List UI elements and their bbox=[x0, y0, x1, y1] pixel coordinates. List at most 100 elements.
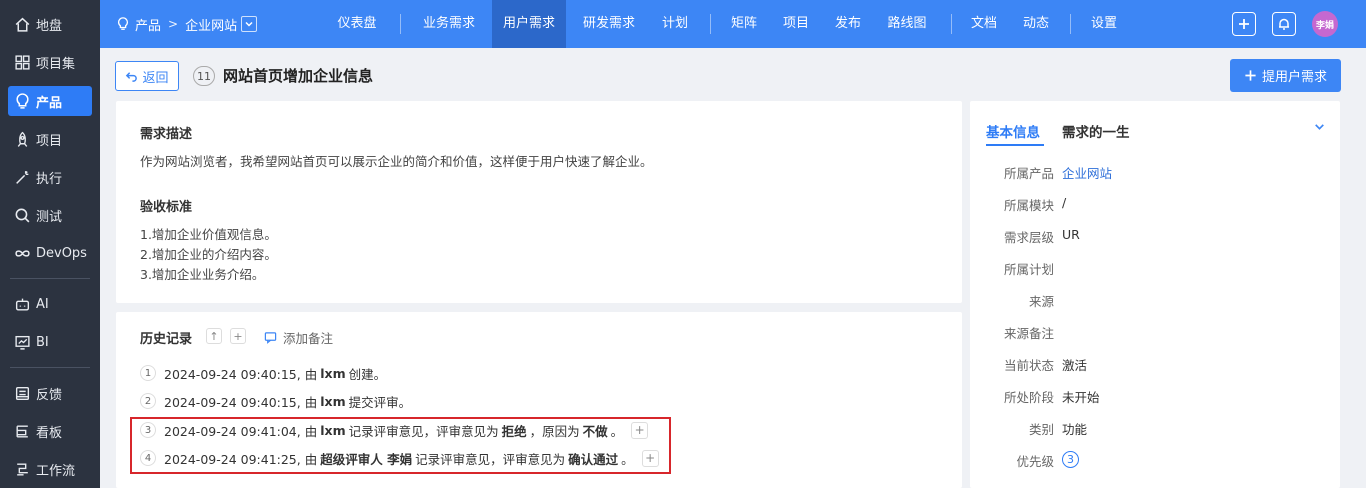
expand-all-button[interactable]: + bbox=[230, 328, 246, 344]
rocket-icon bbox=[17, 131, 28, 147]
acceptance-line: 1.增加企业价值观信息。 bbox=[140, 227, 277, 242]
info-label: 所属计划 bbox=[1003, 262, 1054, 277]
comment-icon bbox=[264, 332, 277, 344]
info-value-level: UR bbox=[1062, 227, 1080, 242]
sidebar-item-label: 项目 bbox=[36, 133, 63, 149]
acceptance-line: 3.增加企业业务介绍。 bbox=[140, 267, 265, 282]
back-arrow-icon bbox=[126, 71, 138, 82]
priority-badge: 3 bbox=[1062, 451, 1079, 468]
sidebar-item-dashboard[interactable]: 地盘 bbox=[8, 9, 92, 39]
info-value-status: 激活 bbox=[1062, 358, 1088, 373]
notifications-button[interactable] bbox=[1272, 12, 1296, 36]
breadcrumb: 产品 > 企业网站 bbox=[116, 0, 258, 48]
info-label: 所属产品 bbox=[1003, 166, 1054, 181]
info-label: 优先级 bbox=[1016, 454, 1054, 469]
sidebar-item-label: AI bbox=[36, 296, 49, 312]
nav-plan[interactable]: 计划 bbox=[654, 0, 696, 48]
id-badge: 11 bbox=[193, 66, 215, 86]
sidebar-item-programs[interactable]: 项目集 bbox=[8, 47, 92, 77]
sidebar-divider bbox=[10, 367, 90, 368]
global-add-button[interactable] bbox=[1232, 12, 1256, 36]
sidebar-item-label: 工作流 bbox=[36, 463, 76, 479]
acceptance-line: 2.增加企业的介绍内容。 bbox=[140, 247, 277, 262]
nav-dev-requirements[interactable]: 研发需求 bbox=[574, 0, 644, 48]
sidebar-item-workflow[interactable]: 工作流 bbox=[8, 454, 92, 484]
nav-divider bbox=[710, 14, 711, 34]
nav-settings[interactable]: 设置 bbox=[1084, 0, 1124, 48]
info-value-module: / bbox=[1062, 195, 1067, 210]
nav-project[interactable]: 项目 bbox=[776, 0, 816, 48]
sidebar-item-label: 测试 bbox=[36, 209, 63, 225]
arrow-up-icon: ↑ bbox=[209, 329, 219, 343]
nav-divider bbox=[400, 14, 401, 34]
sidebar-item-label: 项目集 bbox=[36, 56, 76, 72]
create-user-requirement-button[interactable]: 提用户需求 bbox=[1230, 59, 1341, 92]
sidebar-item-label: 执行 bbox=[36, 171, 63, 187]
chevron-down-icon[interactable] bbox=[1313, 120, 1326, 133]
sidebar-item-test[interactable]: 测试 bbox=[8, 200, 92, 230]
info-label: 当前状态 bbox=[1003, 358, 1054, 373]
lightbulb-icon bbox=[118, 17, 128, 30]
search-icon bbox=[15, 208, 30, 222]
info-value-product[interactable]: 企业网站 bbox=[1062, 163, 1112, 182]
breadcrumb-root[interactable]: 产品 bbox=[135, 15, 161, 34]
highlight-box bbox=[130, 417, 671, 474]
feedback-icon bbox=[15, 386, 30, 400]
nav-activity[interactable]: 动态 bbox=[1016, 0, 1056, 48]
add-note-button[interactable]: 添加备注 bbox=[264, 328, 333, 347]
sidebar-item-ai[interactable]: AI bbox=[8, 289, 92, 319]
nav-roadmap[interactable]: 路线图 bbox=[880, 0, 934, 48]
info-label: 所处阶段 bbox=[1003, 390, 1054, 405]
nav-dashboard[interactable]: 仪表盘 bbox=[328, 0, 386, 48]
nav-user-requirements[interactable]: 用户需求 bbox=[492, 0, 566, 48]
info-label: 需求层级 bbox=[1003, 230, 1054, 245]
bell-icon bbox=[1279, 18, 1289, 30]
plus-icon bbox=[1239, 19, 1249, 29]
sidebar-item-execution[interactable]: 执行 bbox=[8, 162, 92, 192]
history-row: 1 2024-09-24 09:40:15, 由 lxm 创建。 bbox=[140, 362, 386, 384]
plus-icon bbox=[1245, 70, 1256, 81]
nav-docs[interactable]: 文档 bbox=[964, 0, 1004, 48]
chart-icon bbox=[15, 335, 30, 350]
acceptance-title: 验收标准 bbox=[140, 200, 193, 215]
back-button[interactable]: 返回 bbox=[115, 61, 179, 91]
sidebar-item-devops[interactable]: DevOps bbox=[8, 238, 92, 268]
description-panel: 需求描述 作为网站浏览者，我希望网站首页可以展示企业的简介和价值，这样便于用户快… bbox=[116, 101, 962, 303]
chevron-down-icon bbox=[245, 21, 253, 27]
sidebar-item-bi[interactable]: BI bbox=[8, 327, 92, 357]
nav-release[interactable]: 发布 bbox=[828, 0, 868, 48]
sidebar-item-kanban[interactable]: 看板 bbox=[8, 416, 92, 446]
breadcrumb-current[interactable]: 企业网站 bbox=[185, 15, 237, 34]
sidebar-item-product[interactable]: 产品 bbox=[8, 86, 92, 116]
top-navbar: 产品 > 企业网站 仪表盘 业务需求 用户需求 研发需求 计划 矩阵 项目 发布… bbox=[100, 0, 1366, 48]
sidebar-item-label: 地盘 bbox=[36, 18, 63, 34]
nav-divider bbox=[1070, 14, 1071, 34]
tab-basic-info[interactable]: 基本信息 bbox=[986, 121, 1040, 141]
history-row: 2 2024-09-24 09:40:15, 由 lxm 提交评审。 bbox=[140, 390, 411, 412]
sidebar-item-label: 反馈 bbox=[36, 387, 63, 403]
tab-underline bbox=[986, 144, 1044, 146]
info-label: 来源 bbox=[1028, 294, 1054, 309]
grid-icon bbox=[15, 54, 30, 70]
nav-matrix[interactable]: 矩阵 bbox=[724, 0, 764, 48]
infinity-icon bbox=[15, 249, 30, 257]
sidebar-item-label: 产品 bbox=[36, 95, 63, 111]
product-switcher-button[interactable] bbox=[241, 16, 258, 32]
sidebar: 地盘 项目集 产品 项目 执行 测试 DevOps AI BI 反馈 看板 工作… bbox=[0, 0, 100, 488]
info-value-stage: 未开始 bbox=[1062, 390, 1100, 405]
description-title: 需求描述 bbox=[140, 127, 193, 142]
tab-lifecycle[interactable]: 需求的一生 bbox=[1062, 121, 1130, 141]
nav-business-requirements[interactable]: 业务需求 bbox=[414, 0, 484, 48]
sidebar-item-label: BI bbox=[36, 334, 49, 350]
info-label: 类别 bbox=[1028, 422, 1054, 437]
sort-asc-button[interactable]: ↑ bbox=[206, 328, 222, 344]
sidebar-item-feedback[interactable]: 反馈 bbox=[8, 378, 92, 408]
chevron-right-icon: > bbox=[168, 17, 179, 31]
sidebar-item-project[interactable]: 项目 bbox=[8, 124, 92, 154]
kanban-icon bbox=[16, 424, 28, 438]
info-value-category: 功能 bbox=[1062, 422, 1088, 437]
avatar[interactable]: 李娟 bbox=[1312, 11, 1338, 37]
page-title: 网站首页增加企业信息 bbox=[223, 67, 374, 85]
home-icon bbox=[15, 17, 30, 32]
workflow-icon bbox=[17, 462, 28, 476]
